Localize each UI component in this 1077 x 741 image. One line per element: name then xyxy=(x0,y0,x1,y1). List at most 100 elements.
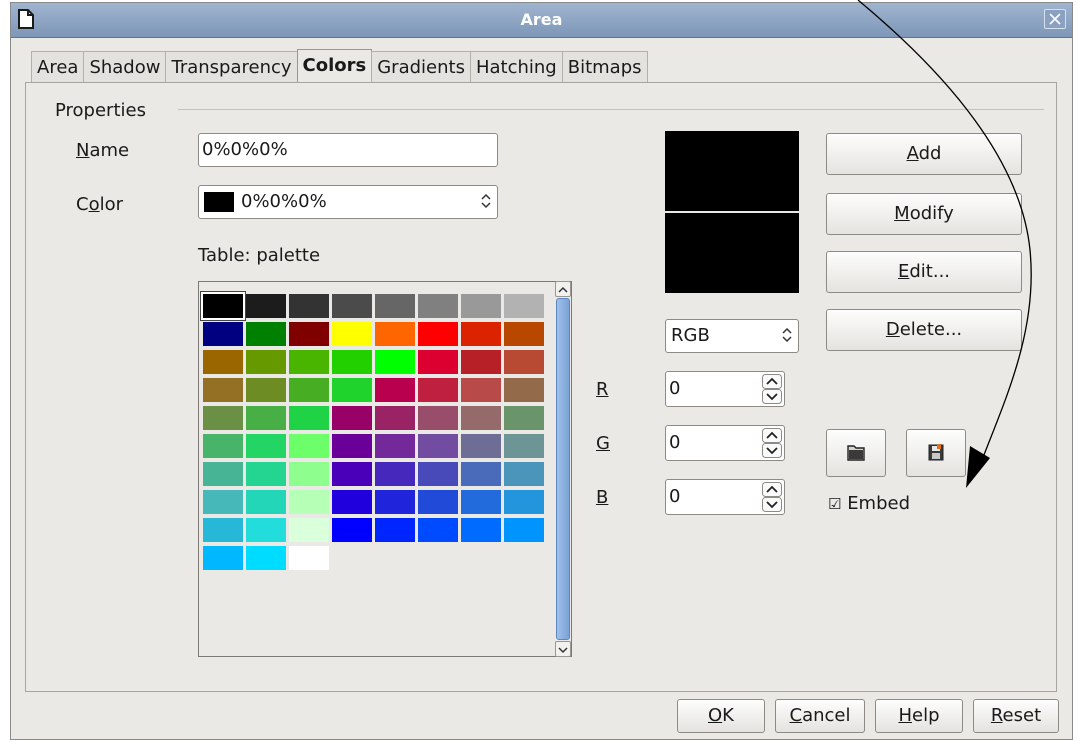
palette-swatch[interactable] xyxy=(289,546,329,570)
color-select[interactable]: 0%0%0% xyxy=(198,185,498,219)
palette-swatch[interactable] xyxy=(418,518,458,542)
palette-swatch[interactable] xyxy=(246,378,286,402)
palette-swatch[interactable] xyxy=(203,378,243,402)
palette-swatch[interactable] xyxy=(246,322,286,346)
palette-swatch[interactable] xyxy=(375,518,415,542)
palette-swatch[interactable] xyxy=(246,406,286,430)
g-spinbox[interactable]: 0 xyxy=(665,425,785,461)
palette-swatch[interactable] xyxy=(203,490,243,514)
palette-swatch[interactable] xyxy=(289,434,329,458)
palette-swatch[interactable] xyxy=(375,322,415,346)
delete-button[interactable]: Delete... xyxy=(826,309,1022,351)
palette-swatch[interactable] xyxy=(375,462,415,486)
palette-swatch[interactable] xyxy=(332,350,372,374)
palette-swatch[interactable] xyxy=(504,518,544,542)
color-model-select[interactable]: RGB xyxy=(665,319,799,353)
palette-swatch[interactable] xyxy=(461,378,501,402)
palette-swatch[interactable] xyxy=(332,434,372,458)
palette-swatch[interactable] xyxy=(246,546,286,570)
palette-swatch[interactable] xyxy=(504,294,544,318)
palette-swatch[interactable] xyxy=(461,322,501,346)
palette-swatch[interactable] xyxy=(332,322,372,346)
palette-swatch[interactable] xyxy=(504,350,544,374)
palette-swatch[interactable] xyxy=(332,294,372,318)
tab-hatching[interactable]: Hatching xyxy=(469,51,563,83)
cancel-button[interactable]: Cancel xyxy=(775,699,865,733)
palette-swatch[interactable] xyxy=(289,518,329,542)
name-field[interactable]: 0%0%0% xyxy=(198,133,498,167)
palette-swatch[interactable] xyxy=(332,462,372,486)
palette-swatch[interactable] xyxy=(461,350,501,374)
close-button[interactable] xyxy=(1044,9,1066,29)
palette-swatch[interactable] xyxy=(375,406,415,430)
palette-swatch[interactable] xyxy=(418,406,458,430)
palette-swatch[interactable] xyxy=(246,434,286,458)
scroll-up-button[interactable] xyxy=(555,281,571,297)
modify-button[interactable]: Modify xyxy=(826,193,1022,235)
palette-swatch[interactable] xyxy=(332,490,372,514)
palette-swatch[interactable] xyxy=(418,462,458,486)
palette-swatch[interactable] xyxy=(375,294,415,318)
edit-button[interactable]: Edit... xyxy=(826,251,1022,293)
scroll-thumb[interactable] xyxy=(556,298,570,640)
palette-swatch[interactable] xyxy=(289,406,329,430)
palette-swatch[interactable] xyxy=(461,462,501,486)
tab-shadow[interactable]: Shadow xyxy=(83,51,167,83)
palette-swatch[interactable] xyxy=(203,546,243,570)
palette-swatch[interactable] xyxy=(289,490,329,514)
palette-swatch[interactable] xyxy=(375,490,415,514)
palette-swatch[interactable] xyxy=(246,518,286,542)
tab-transparency[interactable]: Transparency xyxy=(165,51,298,83)
load-color-list-button[interactable] xyxy=(826,429,886,477)
palette-swatch[interactable] xyxy=(246,350,286,374)
palette-swatch[interactable] xyxy=(246,294,286,318)
b-spinbox[interactable]: 0 xyxy=(665,479,785,515)
spin-arrows-icon[interactable] xyxy=(762,482,782,512)
palette-swatch[interactable] xyxy=(289,294,329,318)
tab-bitmaps[interactable]: Bitmaps xyxy=(561,51,648,83)
palette-swatch[interactable] xyxy=(289,322,329,346)
scroll-down-button[interactable] xyxy=(555,641,571,657)
palette-swatch[interactable] xyxy=(418,294,458,318)
palette-swatch[interactable] xyxy=(461,294,501,318)
palette-swatch[interactable] xyxy=(203,518,243,542)
palette-swatch[interactable] xyxy=(289,350,329,374)
palette-swatch[interactable] xyxy=(375,350,415,374)
palette-scrollbar[interactable] xyxy=(555,281,571,657)
palette-swatch[interactable] xyxy=(504,322,544,346)
palette-swatch[interactable] xyxy=(461,490,501,514)
embed-checkbox[interactable]: ☑ Embed xyxy=(828,493,910,514)
palette-swatch[interactable] xyxy=(201,292,245,320)
palette-swatch[interactable] xyxy=(418,350,458,374)
palette-swatch[interactable] xyxy=(504,406,544,430)
palette-swatch[interactable] xyxy=(289,462,329,486)
spin-arrows-icon[interactable] xyxy=(762,428,782,458)
palette-swatch[interactable] xyxy=(246,490,286,514)
palette-swatch[interactable] xyxy=(504,378,544,402)
palette-swatch[interactable] xyxy=(203,406,243,430)
palette-swatch[interactable] xyxy=(375,378,415,402)
save-color-list-button[interactable] xyxy=(906,429,966,477)
palette-swatch[interactable] xyxy=(203,322,243,346)
title-bar[interactable]: Area xyxy=(11,3,1072,38)
palette-swatch[interactable] xyxy=(418,378,458,402)
palette-swatch[interactable] xyxy=(461,406,501,430)
reset-button[interactable]: Reset xyxy=(973,699,1059,733)
palette-swatch[interactable] xyxy=(332,518,372,542)
palette-swatch[interactable] xyxy=(418,322,458,346)
palette-swatch[interactable] xyxy=(203,350,243,374)
palette-swatch[interactable] xyxy=(504,490,544,514)
palette-swatch[interactable] xyxy=(418,490,458,514)
spin-arrows-icon[interactable] xyxy=(762,374,782,404)
palette-swatch[interactable] xyxy=(504,434,544,458)
palette-swatch[interactable] xyxy=(203,434,243,458)
tab-gradients[interactable]: Gradients xyxy=(371,51,471,83)
tab-area[interactable]: Area xyxy=(31,51,85,83)
palette-swatch[interactable] xyxy=(203,462,243,486)
palette-swatch[interactable] xyxy=(418,434,458,458)
add-button[interactable]: Add xyxy=(826,133,1022,175)
r-spinbox[interactable]: 0 xyxy=(665,371,785,407)
palette-swatch[interactable] xyxy=(461,434,501,458)
tab-colors[interactable]: Colors xyxy=(296,49,373,83)
ok-button[interactable]: OK xyxy=(677,699,765,733)
